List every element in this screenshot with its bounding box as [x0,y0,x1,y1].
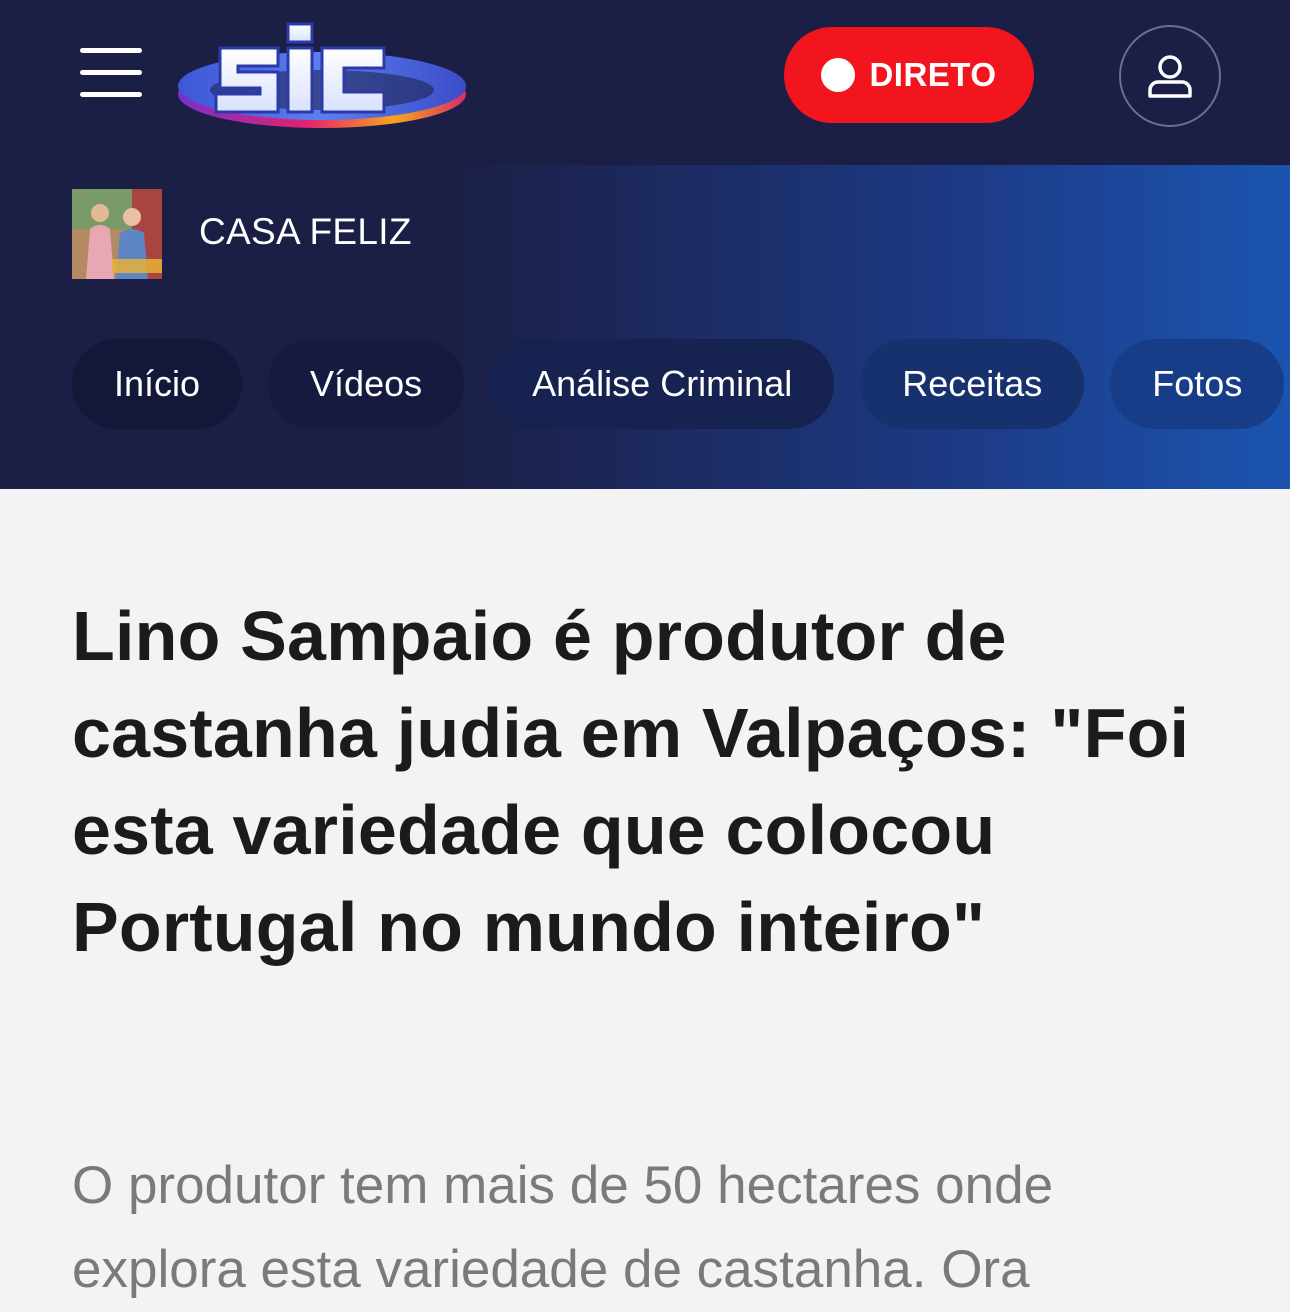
program-tabs: Início Vídeos Análise Criminal Receitas … [72,339,1285,429]
tab-fotos[interactable]: Fotos [1110,339,1285,429]
top-header: sic DIRETO [0,0,1290,165]
sic-logo[interactable]: sic [172,10,470,138]
live-button[interactable]: DIRETO [784,27,1034,123]
tab-receitas[interactable]: Receitas [860,339,1085,429]
live-label: DIRETO [869,56,997,93]
user-account-button[interactable] [1119,25,1221,127]
program-title[interactable]: CASA FELIZ [199,211,412,253]
article-lead: O produtor tem mais de 50 hectares onde … [72,1156,1054,1299]
tab-analise-criminal[interactable]: Análise Criminal [490,339,835,429]
tab-inicio[interactable]: Início [72,339,243,429]
program-band: CASA FELIZ Início Vídeos Análise Crimina… [0,165,1290,489]
article-headline: Lino Sampaio é produtor de castanha judi… [72,597,1190,966]
record-dot-icon [821,58,856,92]
program-thumbnail[interactable] [72,189,162,279]
tab-videos[interactable]: Vídeos [268,339,465,429]
hamburger-menu-icon[interactable] [80,45,142,101]
user-icon [1148,55,1192,98]
